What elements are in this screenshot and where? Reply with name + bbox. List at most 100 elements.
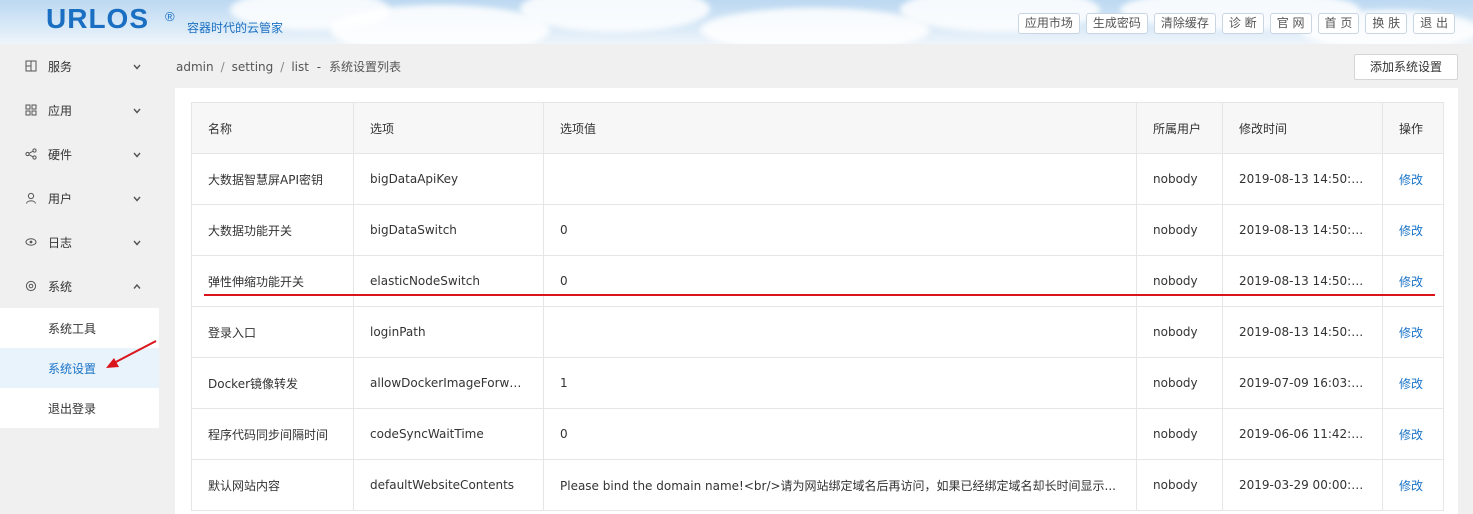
cell-owner: nobody — [1136, 255, 1223, 307]
nav-change-skin-button[interactable]: 换 肤 — [1365, 13, 1408, 34]
cell-name: 程序代码同步间隔时间 — [191, 408, 354, 460]
sidebar-item-log[interactable]: 日志 — [0, 220, 159, 264]
chevron-up-icon — [132, 281, 142, 291]
cell-owner: nobody — [1136, 408, 1223, 460]
edit-link[interactable]: 修改 — [1382, 306, 1444, 358]
edit-link[interactable]: 修改 — [1382, 255, 1444, 307]
breadcrumb-dash: - — [316, 60, 322, 74]
gear-icon — [25, 280, 37, 292]
cell-modified: 2019-03-29 00:00:00 — [1222, 459, 1383, 511]
nav-generate-password-button[interactable]: 生成密码 — [1085, 13, 1148, 34]
table-row: 登录入口 loginPath nobody 2019-08-13 14:50:3… — [191, 306, 1444, 358]
content-panel: 名称 选项 选项值 所属用户 修改时间 操作 大数据智慧屏API密钥 bigDa… — [175, 88, 1458, 514]
sidebar: 服务 应用 硬件 用户 日志 系统 系统工具 系统设置 退出登录 — [0, 44, 159, 514]
breadcrumb-separator: / — [220, 60, 225, 74]
sidebar-item-user[interactable]: 用户 — [0, 176, 159, 220]
cell-option: allowDockerImageForward — [353, 357, 544, 409]
logo-registered-mark: ® — [165, 9, 175, 24]
breadcrumb-admin[interactable]: admin — [176, 60, 214, 74]
cell-value: 0 — [543, 255, 1137, 307]
cell-option: bigDataApiKey — [353, 153, 544, 205]
cell-modified: 2019-08-13 14:50:37 — [1222, 306, 1383, 358]
sidebar-item-label: 用户 — [48, 191, 73, 206]
cell-value: 0 — [543, 408, 1137, 460]
settings-table: 名称 选项 选项值 所属用户 修改时间 操作 大数据智慧屏API密钥 bigDa… — [191, 102, 1444, 511]
nav-home-button[interactable]: 首 页 — [1317, 13, 1360, 34]
cell-owner: nobody — [1136, 204, 1223, 256]
breadcrumb: admin / setting / list - 系统设置列表 — [176, 58, 401, 75]
column-header-owner: 所属用户 — [1136, 102, 1223, 154]
logo: URLOS — [46, 3, 149, 34]
nav-official-site-button[interactable]: 官 网 — [1269, 13, 1312, 34]
chevron-down-icon — [132, 237, 142, 247]
edit-link[interactable]: 修改 — [1382, 459, 1444, 511]
sidebar-item-service[interactable]: 服务 — [0, 44, 159, 88]
grid-icon — [25, 60, 37, 72]
table-header-row: 名称 选项 选项值 所属用户 修改时间 操作 — [191, 102, 1444, 154]
nav-clear-cache-button[interactable]: 清除缓存 — [1153, 13, 1216, 34]
chevron-down-icon — [132, 193, 142, 203]
nav-app-market-button[interactable]: 应用市场 — [1017, 13, 1080, 34]
cell-value — [543, 306, 1137, 358]
cell-option: loginPath — [353, 306, 544, 358]
edit-link[interactable]: 修改 — [1382, 153, 1444, 205]
cell-value: 0 — [543, 204, 1137, 256]
cell-option: codeSyncWaitTime — [353, 408, 544, 460]
sidebar-item-system[interactable]: 系统 — [0, 264, 159, 308]
cell-option: bigDataSwitch — [353, 204, 544, 256]
sidebar-item-label: 系统 — [48, 279, 73, 294]
cell-option: elasticNodeSwitch — [353, 255, 544, 307]
share-icon — [25, 148, 37, 160]
cell-value: Please bind the domain name!<br/>请为网站绑定域… — [543, 459, 1137, 511]
sidebar-item-label: 应用 — [48, 103, 73, 118]
column-header-option: 选项 — [353, 102, 544, 154]
breadcrumb-setting[interactable]: setting — [232, 60, 274, 74]
sidebar-item-apps[interactable]: 应用 — [0, 88, 159, 132]
slogan: 容器时代的云管家 — [187, 21, 284, 35]
table-row: 默认网站内容 defaultWebsiteContents Please bin… — [191, 459, 1444, 511]
breadcrumb-current: 系统设置列表 — [328, 60, 401, 74]
sidebar-item-label: 硬件 — [48, 147, 73, 162]
chevron-down-icon — [132, 149, 142, 159]
chevron-down-icon — [132, 105, 142, 115]
user-icon — [25, 192, 37, 204]
table-row: Docker镜像转发 allowDockerImageForward 1 nob… — [191, 357, 1444, 409]
cell-owner: nobody — [1136, 306, 1223, 358]
eye-icon — [25, 236, 37, 248]
sidebar-item-hardware[interactable]: 硬件 — [0, 132, 159, 176]
nav-logout-button[interactable]: 退 出 — [1413, 13, 1455, 34]
cell-owner: nobody — [1136, 357, 1223, 409]
cell-option: defaultWebsiteContents — [353, 459, 544, 511]
cell-modified: 2019-06-06 11:42:24 — [1222, 408, 1383, 460]
column-header-action: 操作 — [1382, 102, 1444, 154]
apps-icon — [25, 104, 37, 116]
table-row: 程序代码同步间隔时间 codeSyncWaitTime 0 nobody 201… — [191, 408, 1444, 460]
sidebar-item-label: 服务 — [48, 59, 73, 74]
column-header-modified: 修改时间 — [1222, 102, 1383, 154]
cell-modified: 2019-08-13 14:50:37 — [1222, 153, 1383, 205]
sidebar-subitem-logout[interactable]: 退出登录 — [0, 388, 159, 428]
column-header-value: 选项值 — [543, 102, 1137, 154]
cell-name: 大数据功能开关 — [191, 204, 354, 256]
table-row: 大数据智慧屏API密钥 bigDataApiKey nobody 2019-08… — [191, 153, 1444, 205]
breadcrumb-list[interactable]: list — [291, 60, 309, 74]
cell-name: 登录入口 — [191, 306, 354, 358]
cell-owner: nobody — [1136, 153, 1223, 205]
cell-value: 1 — [543, 357, 1137, 409]
table-row: 大数据功能开关 bigDataSwitch 0 nobody 2019-08-1… — [191, 204, 1444, 256]
table-row: 弹性伸缩功能开关 elasticNodeSwitch 0 nobody 2019… — [191, 255, 1444, 307]
column-header-name: 名称 — [191, 102, 354, 154]
edit-link[interactable]: 修改 — [1382, 408, 1444, 460]
cell-modified: 2019-07-09 16:03:38 — [1222, 357, 1383, 409]
annotation-arrow-icon — [106, 340, 157, 368]
edit-link[interactable]: 修改 — [1382, 357, 1444, 409]
nav-diagnose-button[interactable]: 诊 断 — [1221, 13, 1264, 34]
edit-link[interactable]: 修改 — [1382, 204, 1444, 256]
add-system-setting-button[interactable]: 添加系统设置 — [1354, 54, 1458, 80]
top-nav: 应用市场 生成密码 清除缓存 诊 断 官 网 首 页 换 肤 退 出 — [1017, 13, 1455, 34]
cell-modified: 2019-08-13 14:50:37 — [1222, 204, 1383, 256]
breadcrumb-separator: / — [280, 60, 285, 74]
cell-name: Docker镜像转发 — [191, 357, 354, 409]
cell-name: 默认网站内容 — [191, 459, 354, 511]
cell-value — [543, 153, 1137, 205]
